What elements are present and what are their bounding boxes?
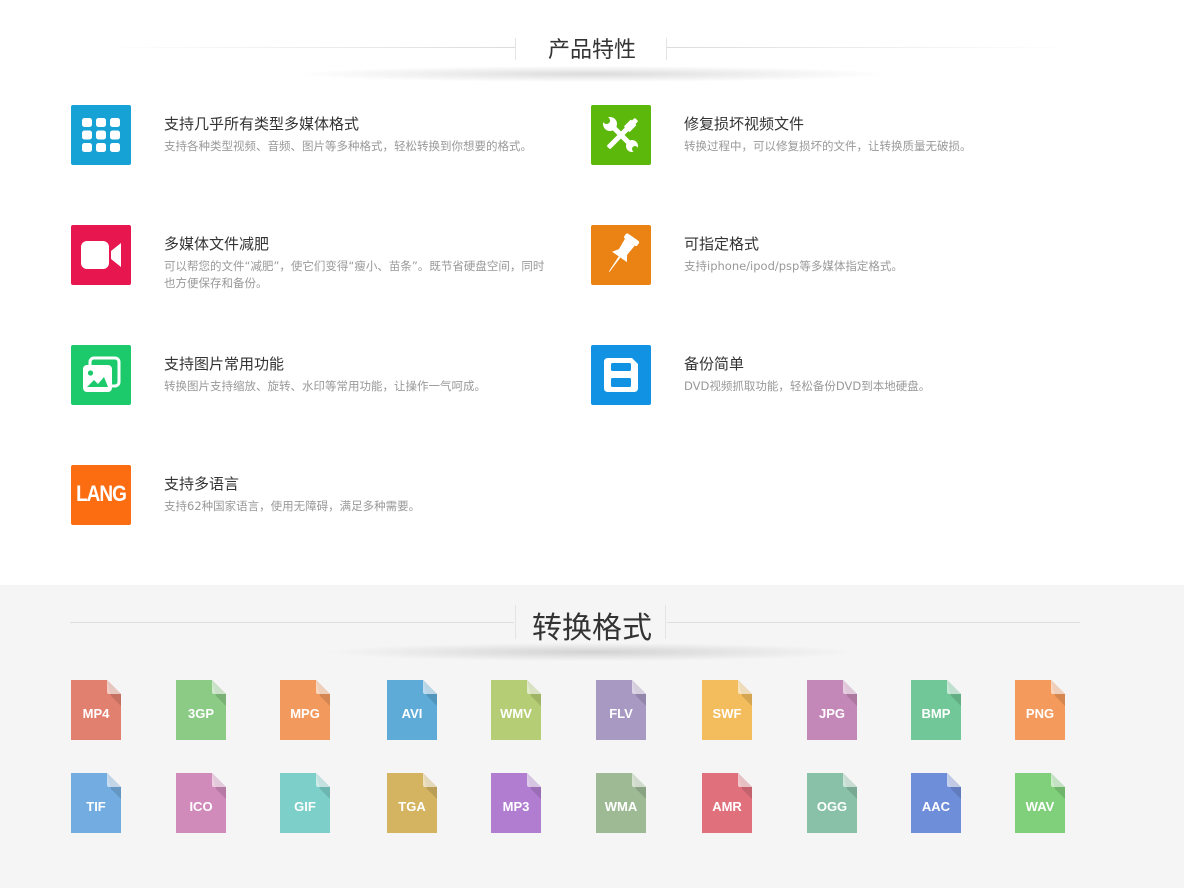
formats-title: 转换格式 (532, 611, 652, 646)
feature-description: 转换图片支持缩放、旋转、水印等常用功能，让操作一气呵成。 (164, 379, 486, 393)
feature-description: 支持各种类型视频、音频、图片等多种格式，轻松转换到你想要的格式。 (164, 139, 532, 153)
repair-tools-icon (591, 105, 651, 165)
format-file-icon: MP4 (71, 680, 123, 740)
format-file-icon: JPG (807, 680, 859, 740)
format-label: WMV (500, 706, 532, 721)
heading-shadow (330, 643, 854, 661)
pushpin-icon (591, 225, 651, 285)
heading-divider-right (665, 605, 666, 639)
format-file-icon: AVI (387, 680, 439, 740)
format-file-icon: GIF (280, 773, 332, 833)
feature-description: DVD视频抓取功能，轻松备份DVD到本地硬盘。 (684, 379, 931, 393)
format-file-icon: TGA (387, 773, 439, 833)
feature-description: 支持iphone/ipod/psp等多媒体指定格式。 (684, 259, 903, 273)
formats-section-heading: 转换格式 (0, 595, 1184, 661)
format-label: WMA (604, 799, 638, 814)
format-file-icon: MPG (280, 680, 332, 740)
grid-apps-icon (71, 105, 131, 165)
feature-title: 支持多语言 (164, 475, 240, 493)
format-file-icon: 3GP (176, 680, 228, 740)
format-file-icon: WAV (1015, 773, 1067, 833)
format-label: BMP (921, 706, 951, 721)
format-file-icon: MP3 (491, 773, 543, 833)
feature-title: 支持几乎所有类型多媒体格式 (164, 115, 360, 133)
format-label: OGG (816, 799, 848, 814)
format-label: GIF (294, 799, 316, 814)
format-file-icon: ICO (176, 773, 228, 833)
format-label: TGA (398, 799, 426, 814)
format-label: JPG (818, 706, 845, 721)
feature-item: LANG 支持多语言 支持62种国家语言，使用无障碍，满足多种需要。 (71, 465, 551, 545)
feature-item: 修复损坏视频文件 转换过程中，可以修复损坏的文件，让转换质量无破损。 (591, 105, 1071, 185)
language-icon: LANG (71, 465, 131, 525)
format-label: SWF (712, 706, 742, 721)
format-file-icon: BMP (911, 680, 963, 740)
format-file-icon: WMV (491, 680, 543, 740)
heading-shadow (300, 66, 884, 82)
format-file-icon: SWF (702, 680, 754, 740)
feature-description: 转换过程中，可以修复损坏的文件，让转换质量无破损。 (684, 139, 972, 153)
format-label: WAV (1025, 799, 1055, 814)
feature-description: 可以帮您的文件“减肥”，使它们变得“瘦小、苗条”。既节省硬盘空间，同时也方便保存… (164, 259, 545, 290)
features-section-heading: 产品特性 (0, 22, 1184, 82)
format-file-icon: FLV (596, 680, 648, 740)
heading-rule-right (667, 47, 1077, 48)
format-label: 3GP (187, 706, 214, 721)
video-camera-icon (71, 225, 131, 285)
feature-item: 支持图片常用功能 转换图片支持缩放、旋转、水印等常用功能，让操作一气呵成。 (71, 345, 551, 425)
format-label: MPG (290, 706, 320, 721)
feature-title: 多媒体文件减肥 (164, 235, 270, 253)
format-file-icon: PNG (1015, 680, 1067, 740)
format-label: AAC (921, 799, 951, 814)
format-file-icon: WMA (596, 773, 648, 833)
feature-item: 可指定格式 支持iphone/ipod/psp等多媒体指定格式。 (591, 225, 1071, 305)
format-label: AVI (401, 706, 423, 721)
feature-title: 可指定格式 (684, 235, 760, 253)
language-icon-text: LANG (76, 482, 127, 507)
feature-description: 支持62种国家语言，使用无障碍，满足多种需要。 (164, 499, 421, 513)
image-gallery-icon (71, 345, 131, 405)
heading-rule-right (667, 622, 1080, 623)
format-file-icon: AMR (702, 773, 754, 833)
format-label: PNG (1025, 706, 1055, 721)
format-file-icon: OGG (807, 773, 859, 833)
feature-title: 支持图片常用功能 (164, 355, 285, 373)
format-file-icon: TIF (71, 773, 123, 833)
feature-item: 多媒体文件减肥 可以帮您的文件“减肥”，使它们变得“瘦小、苗条”。既节省硬盘空间… (71, 225, 551, 305)
format-label: TIF (86, 799, 106, 814)
format-label: FLV (609, 706, 633, 721)
feature-item: 备份简单 DVD视频抓取功能，轻松备份DVD到本地硬盘。 (591, 345, 1071, 425)
format-label: MP4 (82, 706, 110, 721)
feature-title: 备份简单 (684, 355, 745, 373)
save-disk-icon (591, 345, 651, 405)
format-label: MP3 (502, 799, 530, 814)
feature-item: 支持几乎所有类型多媒体格式 支持各种类型视频、音频、图片等多种格式，轻松转换到你… (71, 105, 551, 185)
features-title: 产品特性 (547, 38, 636, 63)
format-label: ICO (189, 799, 213, 814)
format-file-icon: AAC (911, 773, 963, 833)
feature-title: 修复损坏视频文件 (684, 115, 805, 133)
format-label: AMR (712, 799, 742, 814)
heading-divider-right (666, 38, 667, 60)
